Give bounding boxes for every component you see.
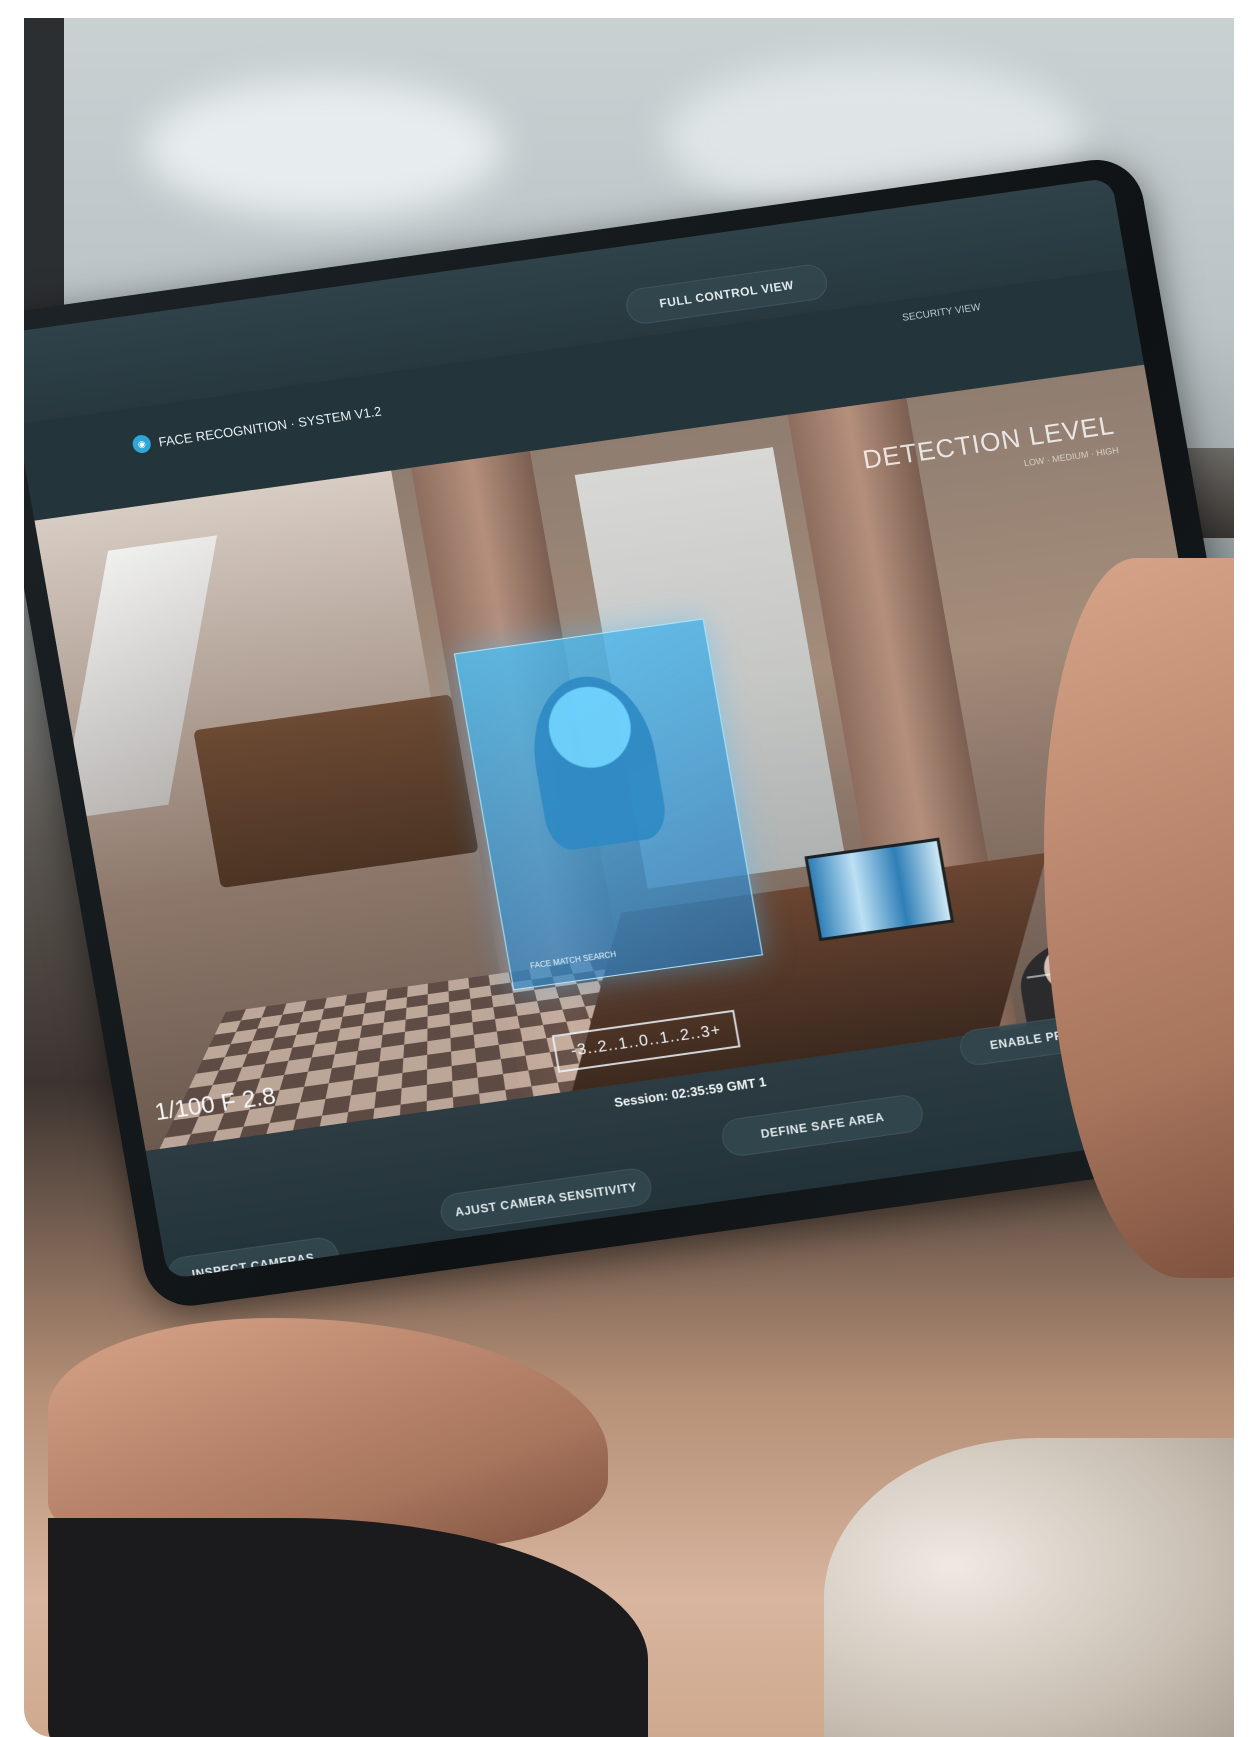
- camera-icon: ◉: [131, 433, 153, 455]
- left-hand: [48, 1318, 608, 1548]
- app-title-row: ◉ FACE RECOGNITION · SYSTEM V1.2: [131, 402, 382, 455]
- cushion: [824, 1438, 1234, 1737]
- photo-background: FULL CONTROL VIEW SECURITY VIEW ◉ FACE R…: [24, 18, 1234, 1737]
- security-view-link[interactable]: SECURITY VIEW: [902, 302, 982, 324]
- detected-person: [521, 668, 670, 853]
- app-title: FACE RECOGNITION · SYSTEM V1.2: [157, 402, 383, 450]
- sleeve: [48, 1518, 648, 1737]
- reception-desk: [193, 694, 479, 889]
- detection-caption: FACE MATCH SEARCH: [529, 949, 617, 971]
- tablet-device: FULL CONTROL VIEW SECURITY VIEW ◉ FACE R…: [24, 84, 1234, 1312]
